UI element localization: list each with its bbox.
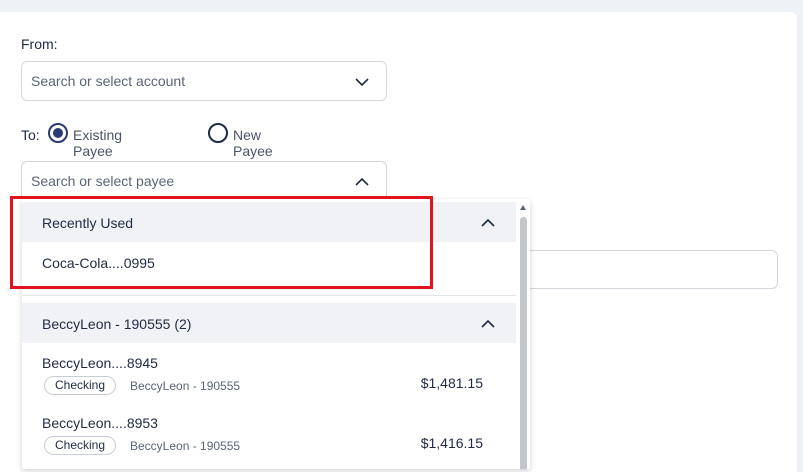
group-title: BeccyLeon - 190555 (2)	[42, 316, 192, 332]
scroll-up-arrow-icon[interactable]	[520, 205, 526, 210]
chevron-up-icon[interactable]	[480, 215, 496, 231]
account-owner: BeccyLeon - 190555	[130, 439, 241, 453]
radio-selected-dot	[53, 128, 63, 138]
chevron-up-icon	[355, 177, 369, 186]
list-item[interactable]: BeccyLeon....8945 Checking BeccyLeon - 1…	[22, 343, 516, 403]
group-header-recently-used[interactable]: Recently Used	[22, 202, 516, 242]
chevron-down-icon	[355, 78, 369, 87]
from-account-select[interactable]: Search or select account	[21, 61, 387, 101]
chevron-up-icon[interactable]	[480, 316, 496, 332]
payee-name: BeccyLeon....8953	[42, 415, 158, 431]
payee-name: BeccyLeon....8945	[42, 355, 158, 371]
new-payee-label[interactable]: New Payee	[233, 127, 273, 159]
payee-select[interactable]: Search or select payee	[21, 161, 387, 201]
to-label: To:	[21, 127, 40, 143]
dropdown-scrollbar[interactable]	[517, 199, 530, 469]
from-label: From:	[21, 36, 58, 52]
account-type-badge: Checking	[44, 436, 117, 455]
account-balance: $1,481.15	[420, 375, 483, 391]
payee-name: Coca-Cola....0995	[42, 255, 155, 271]
amount-input[interactable]	[515, 250, 778, 289]
account-type-badge: Checking	[44, 376, 117, 395]
scrollbar-thumb[interactable]	[520, 217, 527, 469]
existing-payee-radio[interactable]	[48, 123, 68, 143]
payee-placeholder: Search or select payee	[31, 173, 175, 189]
existing-payee-label[interactable]: Existing Payee	[73, 127, 122, 159]
group-title: Recently Used	[42, 215, 134, 231]
group-header-beccyleon[interactable]: BeccyLeon - 190555 (2)	[22, 303, 516, 343]
list-item[interactable]: Coca-Cola....0995	[22, 242, 516, 288]
account-owner: BeccyLeon - 190555	[130, 379, 241, 393]
divider	[22, 295, 516, 296]
account-balance: $1,416.15	[420, 435, 483, 451]
new-payee-radio[interactable]	[208, 123, 228, 143]
from-account-placeholder: Search or select account	[31, 73, 186, 89]
list-item[interactable]: BeccyLeon....8953 Checking BeccyLeon - 1…	[22, 403, 516, 469]
payee-dropdown: Recently Used Coca-Cola....0995 BeccyLeo…	[22, 199, 530, 469]
